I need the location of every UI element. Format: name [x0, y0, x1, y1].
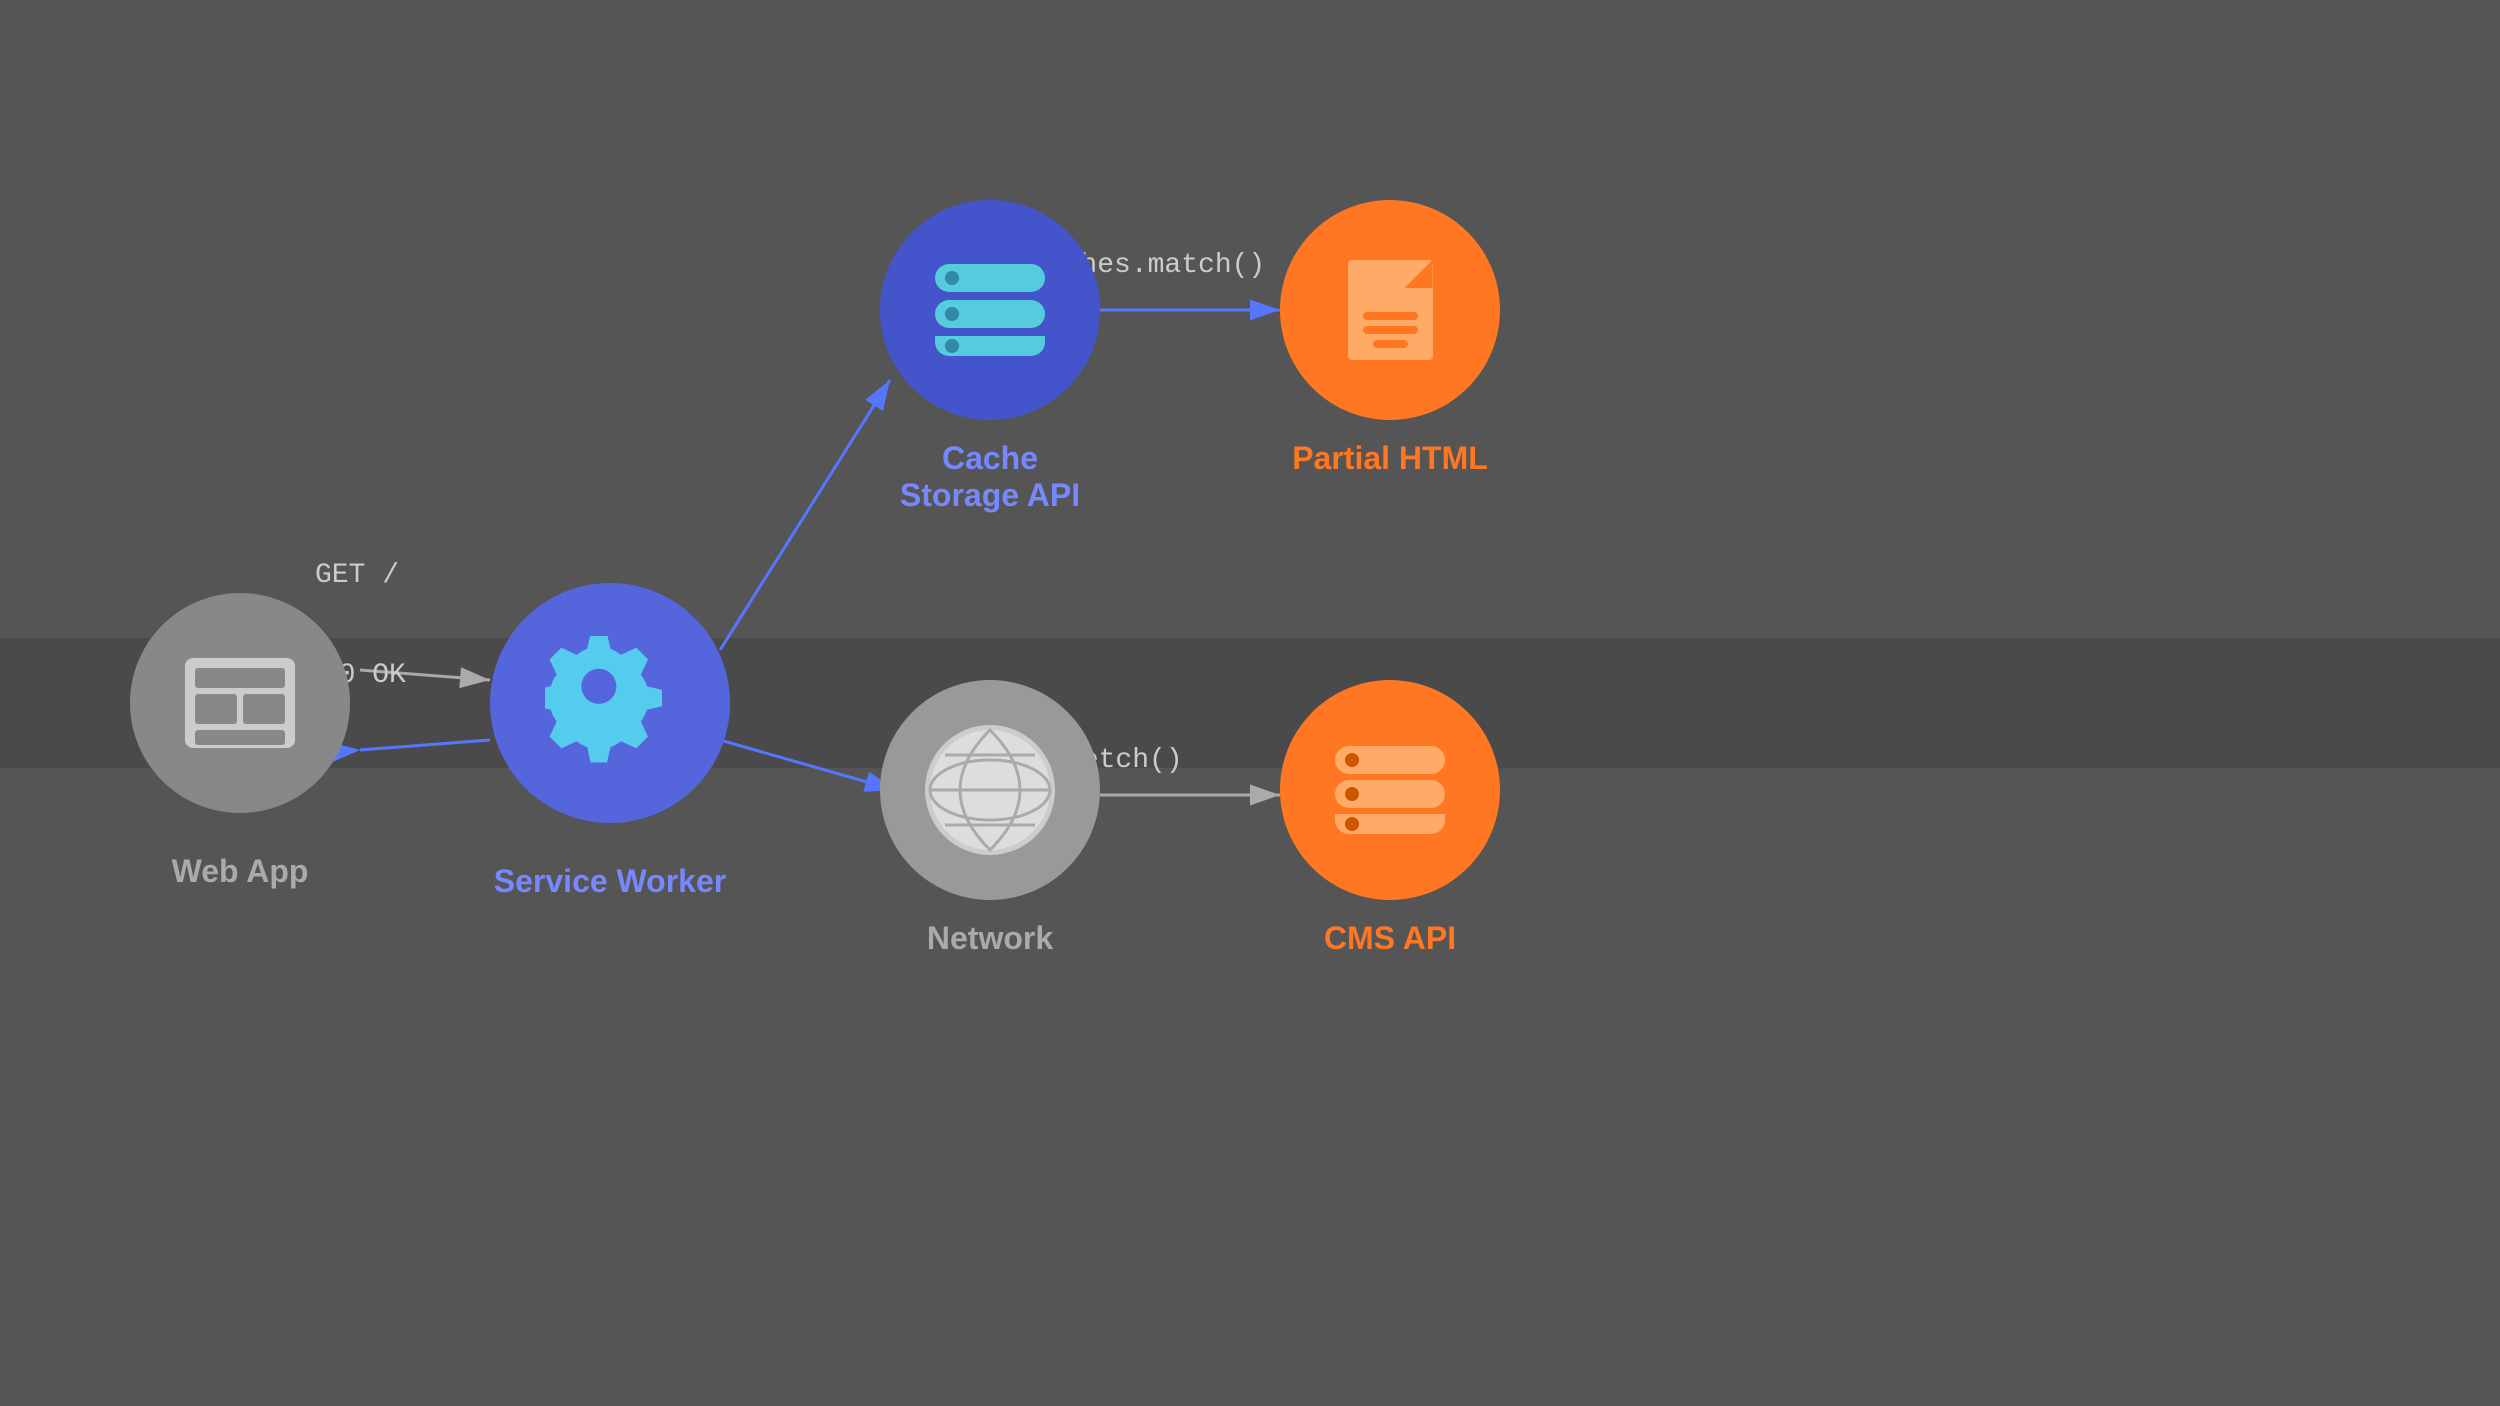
document-icon — [1348, 260, 1433, 360]
database-icon — [935, 264, 1045, 356]
network-label: Network — [880, 920, 1100, 957]
globe-icon — [925, 725, 1055, 855]
web-app-label: Web App — [130, 853, 350, 890]
webapp-icon — [185, 658, 295, 748]
partial-html-circle — [1280, 200, 1500, 420]
cms-api-label: CMS API — [1280, 920, 1500, 957]
web-app-circle — [130, 593, 350, 813]
cms-database-icon — [1335, 746, 1445, 834]
background-stripe — [0, 638, 2500, 768]
service-worker-circle — [490, 583, 730, 823]
cache-storage-label: Cache Storage API — [880, 440, 1100, 514]
get-label: GET / — [315, 560, 399, 591]
gear-icon — [545, 636, 675, 771]
network-circle — [880, 680, 1100, 900]
service-worker-label: Service Worker — [490, 863, 730, 900]
cache-storage-circle — [880, 200, 1100, 420]
cms-api-circle — [1280, 680, 1500, 900]
partial-html-label: Partial HTML — [1280, 440, 1500, 477]
